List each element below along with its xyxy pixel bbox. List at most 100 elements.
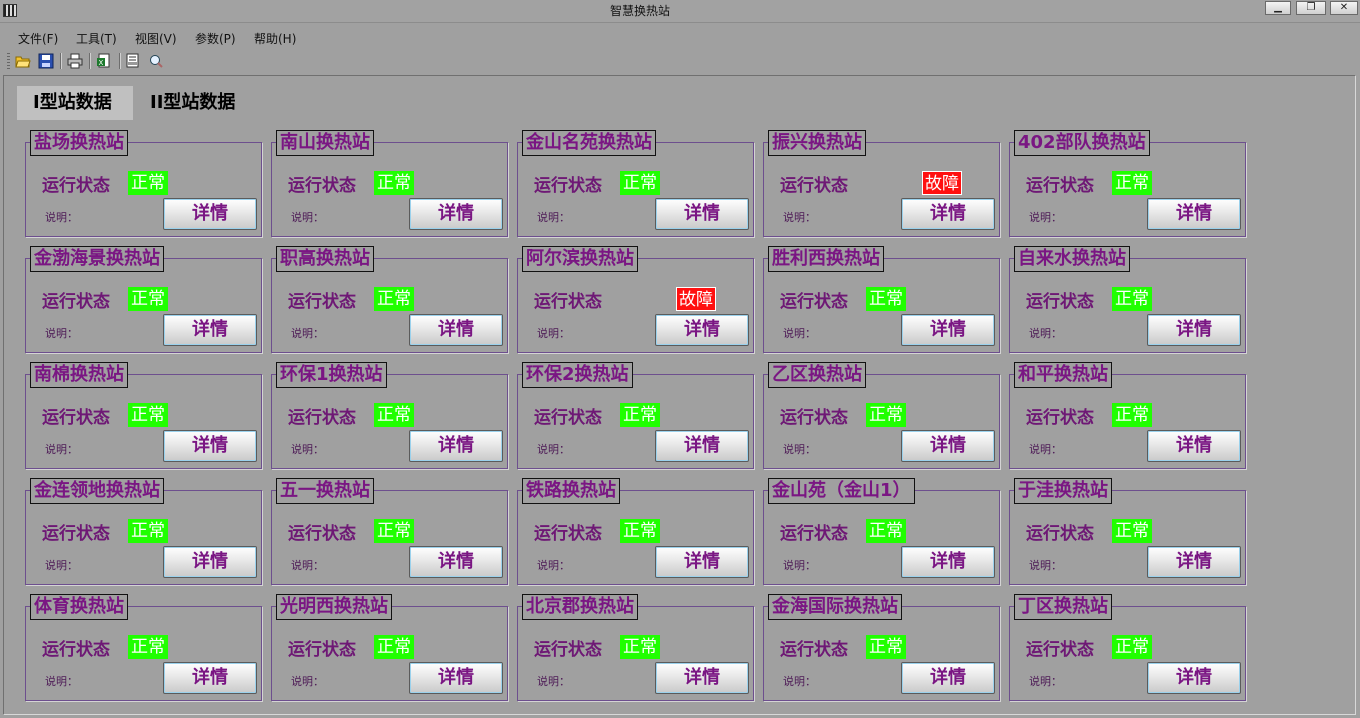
status-badge: 正常 bbox=[1112, 635, 1152, 659]
status-label: 运行状态 bbox=[288, 640, 356, 660]
detail-button[interactable]: 详情 bbox=[901, 546, 995, 578]
maximize-button[interactable]: ❐ bbox=[1296, 1, 1326, 15]
detail-button[interactable]: 详情 bbox=[409, 314, 503, 346]
station-name: 光明西换热站 bbox=[276, 594, 392, 620]
status-badge: 正常 bbox=[374, 519, 414, 543]
menu-tools[interactable]: 工具(T) bbox=[76, 30, 117, 47]
station-name: 体育换热站 bbox=[30, 594, 128, 620]
detail-button[interactable]: 详情 bbox=[1147, 430, 1241, 462]
status-badge: 正常 bbox=[374, 287, 414, 311]
status-badge: 正常 bbox=[620, 635, 660, 659]
export-icon[interactable]: X bbox=[96, 53, 112, 69]
detail-button[interactable]: 详情 bbox=[901, 198, 995, 230]
detail-button[interactable]: 详情 bbox=[655, 430, 749, 462]
menu-help[interactable]: 帮助(H) bbox=[254, 30, 296, 47]
status-label: 运行状态 bbox=[1026, 292, 1094, 312]
note-label: 说明： bbox=[291, 559, 324, 572]
station-card: 阿尔滨换热站 运行状态 故障 说明： 详情 bbox=[517, 246, 754, 353]
menu-params[interactable]: 参数(P) bbox=[195, 30, 236, 47]
station-name: 南棉换热站 bbox=[30, 362, 128, 388]
status-badge: 正常 bbox=[374, 403, 414, 427]
station-card: 南山换热站 运行状态 正常 说明： 详情 bbox=[271, 130, 508, 237]
status-label: 运行状态 bbox=[42, 292, 110, 312]
window-title: 智慧换热站 bbox=[609, 4, 670, 18]
status-label: 运行状态 bbox=[42, 640, 110, 660]
detail-button[interactable]: 详情 bbox=[163, 546, 257, 578]
detail-button[interactable]: 详情 bbox=[163, 430, 257, 462]
note-label: 说明： bbox=[783, 327, 816, 340]
note-label: 说明： bbox=[291, 443, 324, 456]
detail-button[interactable]: 详情 bbox=[901, 314, 995, 346]
status-label: 运行状态 bbox=[534, 640, 602, 660]
detail-button[interactable]: 详情 bbox=[1147, 662, 1241, 694]
detail-button[interactable]: 详情 bbox=[409, 546, 503, 578]
status-label: 运行状态 bbox=[534, 408, 602, 428]
tab-type-1[interactable]: I型站数据 bbox=[17, 86, 133, 120]
station-name: 于洼换热站 bbox=[1014, 478, 1112, 504]
detail-button[interactable]: 详情 bbox=[1147, 314, 1241, 346]
station-card: 五一换热站 运行状态 正常 说明： 详情 bbox=[271, 478, 508, 585]
station-name: 金山苑（金山1） bbox=[768, 478, 915, 504]
detail-button[interactable]: 详情 bbox=[163, 662, 257, 694]
station-card: 金连领地换热站 运行状态 正常 说明： 详情 bbox=[25, 478, 262, 585]
detail-button[interactable]: 详情 bbox=[409, 198, 503, 230]
note-label: 说明： bbox=[45, 211, 78, 224]
station-card: 铁路换热站 运行状态 正常 说明： 详情 bbox=[517, 478, 754, 585]
station-name: 五一换热站 bbox=[276, 478, 374, 504]
detail-button[interactable]: 详情 bbox=[409, 430, 503, 462]
station-card: 金山名苑换热站 运行状态 正常 说明： 详情 bbox=[517, 130, 754, 237]
status-badge: 正常 bbox=[374, 635, 414, 659]
station-card: 于洼换热站 运行状态 正常 说明： 详情 bbox=[1009, 478, 1246, 585]
station-name: 阿尔滨换热站 bbox=[522, 246, 638, 272]
note-label: 说明： bbox=[1029, 443, 1062, 456]
detail-button[interactable]: 详情 bbox=[163, 198, 257, 230]
menu-file[interactable]: 文件(F) bbox=[18, 30, 58, 47]
station-card: 丁区换热站 运行状态 正常 说明： 详情 bbox=[1009, 594, 1246, 701]
detail-button[interactable]: 详情 bbox=[163, 314, 257, 346]
minimize-button[interactable]: ▁ bbox=[1265, 1, 1291, 15]
tab-type-2[interactable]: II型站数据 bbox=[134, 86, 251, 120]
open-folder-icon[interactable] bbox=[15, 53, 31, 69]
status-label: 运行状态 bbox=[1026, 640, 1094, 660]
station-card: 盐场换热站 运行状态 正常 说明： 详情 bbox=[25, 130, 262, 237]
note-label: 说明： bbox=[537, 443, 570, 456]
station-card: 金海国际换热站 运行状态 正常 说明： 详情 bbox=[763, 594, 1000, 701]
status-badge: 正常 bbox=[1112, 287, 1152, 311]
save-icon[interactable] bbox=[38, 53, 54, 69]
note-label: 说明： bbox=[783, 211, 816, 224]
title-bar: 智慧换热站 ▁ ❐ ✕ bbox=[0, 0, 1360, 23]
detail-button[interactable]: 详情 bbox=[655, 198, 749, 230]
restore-icon: ❐ bbox=[1306, 2, 1316, 13]
detail-button[interactable]: 详情 bbox=[901, 430, 995, 462]
detail-button[interactable]: 详情 bbox=[409, 662, 503, 694]
station-card: 自来水换热站 运行状态 正常 说明： 详情 bbox=[1009, 246, 1246, 353]
note-label: 说明： bbox=[1029, 559, 1062, 572]
station-card: 乙区换热站 运行状态 正常 说明： 详情 bbox=[763, 362, 1000, 469]
print-icon[interactable] bbox=[67, 53, 83, 69]
detail-button[interactable]: 详情 bbox=[655, 546, 749, 578]
menu-view[interactable]: 视图(V) bbox=[135, 30, 177, 47]
status-label: 运行状态 bbox=[42, 408, 110, 428]
status-badge: 故障 bbox=[676, 287, 716, 311]
detail-button[interactable]: 详情 bbox=[901, 662, 995, 694]
status-label: 运行状态 bbox=[780, 640, 848, 660]
status-label: 运行状态 bbox=[288, 292, 356, 312]
detail-button[interactable]: 详情 bbox=[1147, 546, 1241, 578]
status-badge: 正常 bbox=[128, 171, 168, 195]
status-badge: 正常 bbox=[128, 519, 168, 543]
status-badge: 正常 bbox=[374, 171, 414, 195]
zoom-icon[interactable] bbox=[148, 53, 164, 69]
toolbar-grip[interactable] bbox=[7, 53, 10, 69]
station-name: 自来水换热站 bbox=[1014, 246, 1130, 272]
close-button[interactable]: ✕ bbox=[1330, 1, 1358, 15]
status-label: 运行状态 bbox=[288, 176, 356, 196]
detail-button[interactable]: 详情 bbox=[1147, 198, 1241, 230]
print-preview-icon[interactable] bbox=[125, 53, 141, 69]
status-badge: 正常 bbox=[1112, 403, 1152, 427]
note-label: 说明： bbox=[783, 559, 816, 572]
station-name: 南山换热站 bbox=[276, 130, 374, 156]
status-badge: 正常 bbox=[128, 403, 168, 427]
station-name: 金山名苑换热站 bbox=[522, 130, 656, 156]
detail-button[interactable]: 详情 bbox=[655, 662, 749, 694]
detail-button[interactable]: 详情 bbox=[655, 314, 749, 346]
